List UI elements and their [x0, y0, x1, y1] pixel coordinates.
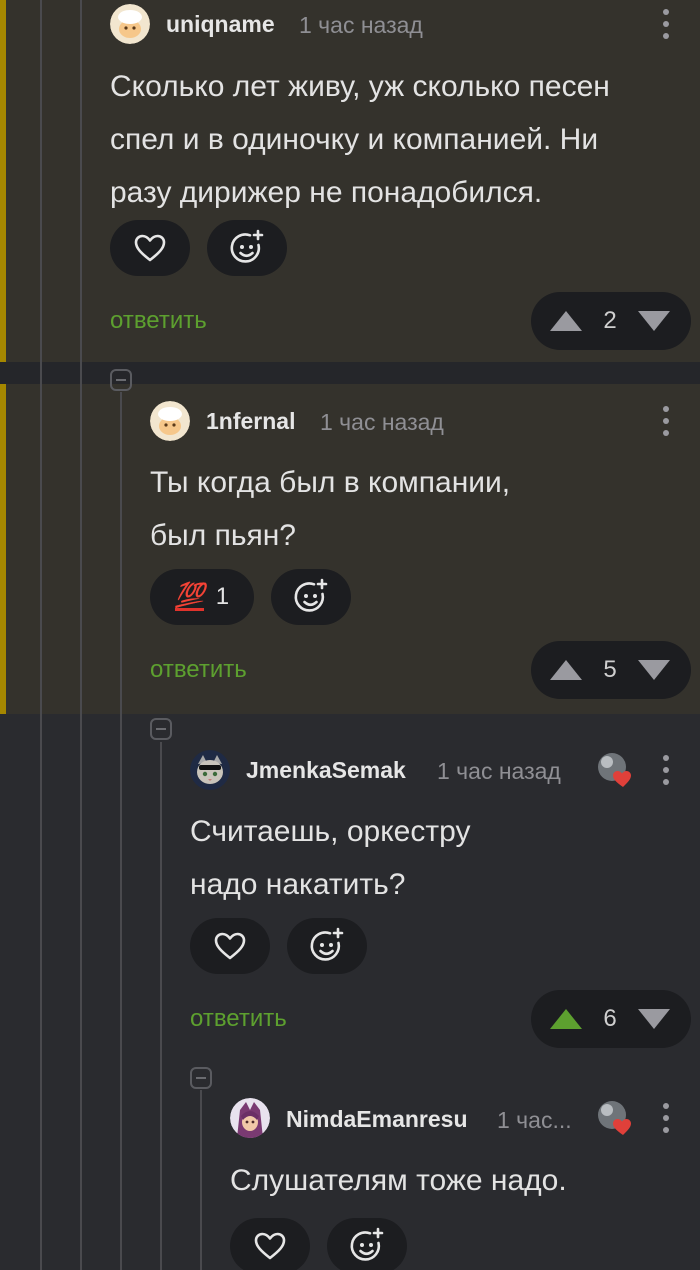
add-emoji-icon — [230, 229, 264, 263]
add-reaction-button[interactable] — [327, 1218, 407, 1270]
triangle-up-icon[interactable] — [549, 658, 583, 682]
kebab-menu-icon[interactable] — [656, 6, 676, 42]
heart-badge-icon[interactable] — [595, 750, 635, 790]
kebab-menu-icon[interactable] — [656, 403, 676, 439]
reaction-count: 1 — [215, 583, 230, 610]
comment-text-line: Слушателям тоже надо. — [230, 1164, 567, 1197]
rating-widget: 2 — [531, 292, 691, 350]
thread-line — [40, 0, 42, 1270]
highlight-accent-bar — [0, 384, 6, 714]
comment-author[interactable]: NimdaEmanresu — [286, 1104, 468, 1134]
rating-widget: 5 — [531, 641, 691, 699]
thread-line — [200, 1090, 202, 1270]
heart-icon — [214, 932, 246, 960]
avatar-image — [190, 750, 230, 790]
comment-author[interactable]: JmenkaSemak — [246, 755, 406, 785]
comment-text: Сколько лет живу, уж сколько песен спел … — [110, 60, 610, 219]
heart-badge-icon[interactable] — [595, 1098, 635, 1138]
reply-link[interactable]: ответить — [190, 1004, 287, 1034]
triangle-down-icon[interactable] — [637, 1007, 671, 1031]
avatar[interactable] — [150, 401, 190, 441]
comment-text-line: надо накатить? — [190, 868, 406, 901]
comment-time[interactable]: 1 час назад — [437, 756, 561, 786]
comment-time[interactable]: 1 час... — [497, 1105, 572, 1135]
like-button[interactable] — [110, 220, 190, 276]
like-button[interactable] — [230, 1218, 310, 1270]
heart-icon — [254, 1232, 286, 1260]
triangle-down-icon[interactable] — [637, 658, 671, 682]
thread-line — [80, 0, 82, 1270]
comment-time[interactable]: 1 час назад — [299, 10, 423, 40]
comment-text: Считаешь, оркестру надо накатить? — [190, 805, 470, 911]
add-reaction-button[interactable] — [287, 918, 367, 974]
comment-text-line: Ты когда был в компании, — [150, 466, 511, 499]
thread-line — [160, 742, 162, 1270]
hundred-points-icon: 💯 — [174, 581, 205, 611]
comment-author[interactable]: uniqname — [166, 9, 275, 39]
triangle-down-icon[interactable] — [637, 309, 671, 333]
like-button[interactable] — [190, 918, 270, 974]
comment-text-line: разу дирижер не понадобился. — [110, 176, 543, 209]
heart-icon — [134, 234, 166, 262]
highlight-accent-bar — [0, 0, 6, 362]
thread-line — [120, 392, 122, 1270]
add-reaction-button[interactable] — [207, 220, 287, 276]
comment-author[interactable]: 1nfernal — [206, 406, 295, 436]
comment-text: Слушателям тоже надо. — [230, 1154, 567, 1207]
avatar-image — [230, 1098, 270, 1138]
add-reaction-button[interactable] — [271, 569, 351, 625]
avatar[interactable] — [190, 750, 230, 790]
reply-link[interactable]: ответить — [110, 306, 207, 336]
comments-thread: uniqname 1 час назад Сколько лет живу, у… — [0, 0, 700, 1270]
comment-text-line: Считаешь, оркестру — [190, 815, 471, 848]
comment-text-line: был пьян? — [150, 519, 296, 552]
comment-time[interactable]: 1 час назад — [320, 407, 444, 437]
collapse-minus-icon[interactable] — [110, 369, 132, 391]
add-emoji-icon — [294, 578, 328, 612]
collapse-minus-icon[interactable] — [150, 718, 172, 740]
comment-text-line: спел и в одиночку и компанией. Ни — [110, 123, 599, 156]
comment-text-line: Сколько лет живу, уж сколько песен — [110, 70, 610, 103]
reply-link[interactable]: ответить — [150, 655, 247, 685]
avatar[interactable] — [110, 4, 150, 44]
avatar[interactable] — [230, 1098, 270, 1138]
rating-count: 6 — [603, 1005, 617, 1032]
triangle-up-icon[interactable] — [549, 1007, 583, 1031]
kebab-menu-icon[interactable] — [656, 752, 676, 788]
kebab-menu-icon[interactable] — [656, 1100, 676, 1136]
rating-count: 5 — [603, 656, 617, 683]
avatar-image — [110, 4, 150, 44]
avatar-image — [150, 401, 190, 441]
add-emoji-icon — [310, 927, 344, 961]
add-emoji-icon — [350, 1227, 384, 1261]
reaction-100-button[interactable]: 💯 1 — [150, 569, 254, 625]
triangle-up-icon[interactable] — [549, 309, 583, 333]
comment-text: Ты когда был в компании, был пьян? — [150, 456, 510, 562]
rating-widget: 6 — [531, 990, 691, 1048]
rating-count: 2 — [603, 307, 617, 334]
comment-separator — [0, 362, 700, 384]
collapse-minus-icon[interactable] — [190, 1067, 212, 1089]
